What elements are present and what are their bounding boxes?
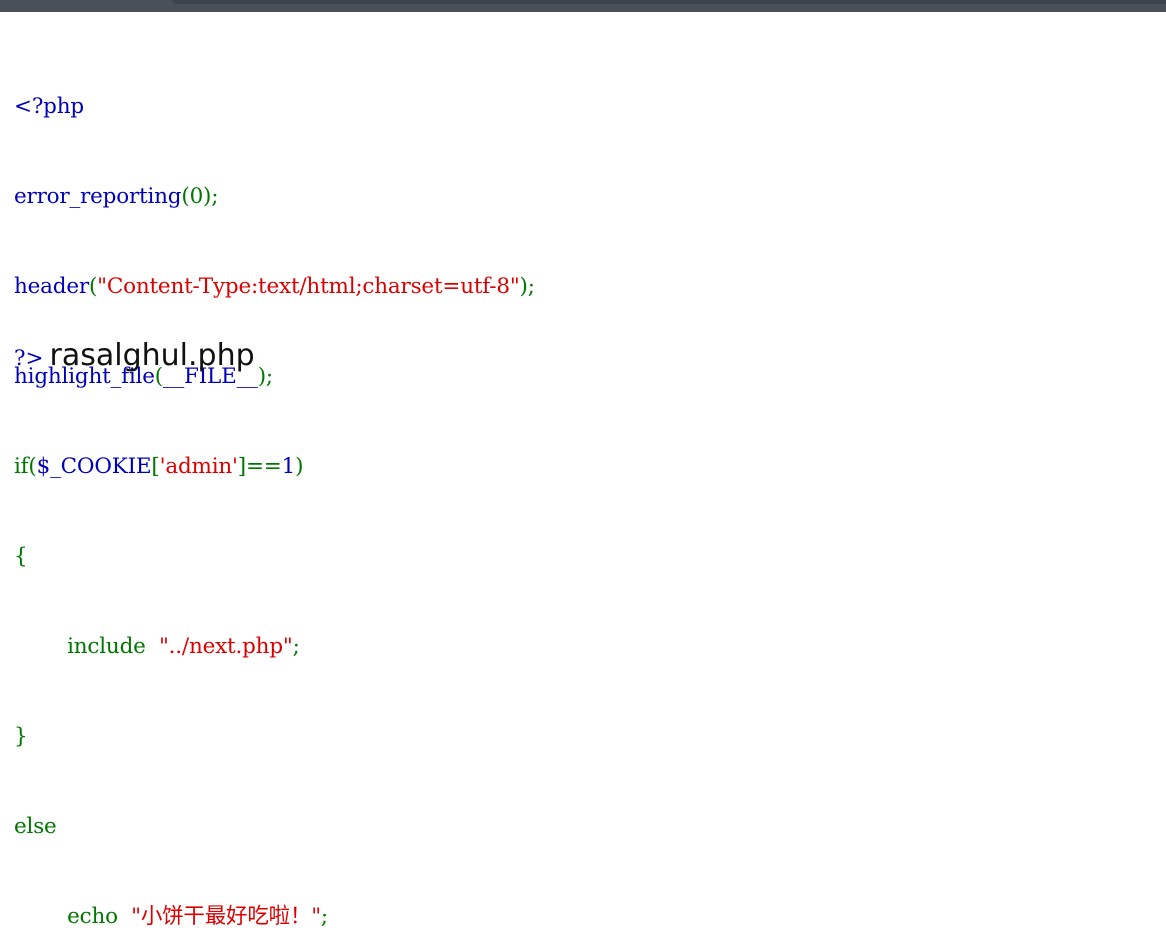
- php-source-listing: <?php error_reporting(0); header("Conten…: [14, 32, 535, 932]
- code-line-10: echo "小饼干最好吃啦！";: [14, 902, 535, 932]
- paren-open: (: [88, 274, 98, 299]
- tab-strip-edge: [172, 0, 1166, 4]
- code-line-8: }: [14, 722, 535, 752]
- keyword-echo: echo: [67, 904, 118, 929]
- page-output-text: rasalghul.php: [49, 338, 255, 373]
- browser-top-bar: [0, 0, 1166, 12]
- php-close-tag: ?>: [14, 346, 44, 371]
- semicolon: ;: [292, 634, 300, 659]
- code-line-7: include "../next.php";: [14, 632, 535, 662]
- func-args: (0);: [181, 184, 219, 209]
- code-line-5: if($_COOKIE['admin']==1): [14, 452, 535, 482]
- code-line-11: ?> rasalghul.php: [14, 338, 255, 378]
- number-one: 1: [281, 454, 296, 479]
- code-line-1: <?php: [14, 92, 535, 122]
- semicolon: ;: [320, 904, 328, 929]
- string-admin: 'admin': [159, 454, 238, 479]
- func-header: header: [14, 274, 89, 299]
- php-open-tag: <?php: [14, 94, 84, 119]
- brace-open: {: [14, 544, 28, 569]
- string-content-type: "Content-Type:text/html;charset=utf-8": [97, 274, 520, 299]
- func-error-reporting: error_reporting: [14, 184, 182, 209]
- brace-close: }: [14, 724, 28, 749]
- code-line-2: error_reporting(0);: [14, 182, 535, 212]
- paren-close: );: [257, 364, 273, 389]
- code-line-6: {: [14, 542, 535, 572]
- paren-close: );: [519, 274, 535, 299]
- compare-op: ]==: [237, 454, 282, 479]
- keyword-if: if(: [14, 454, 37, 479]
- code-line-9: else: [14, 812, 535, 842]
- string-cookie-message: "小饼干最好吃啦！": [131, 904, 321, 929]
- var-cookie: $_COOKIE: [36, 454, 152, 479]
- bracket-open: [: [151, 454, 160, 479]
- string-next-php: "../next.php": [158, 634, 293, 659]
- keyword-include: include: [67, 634, 146, 659]
- keyword-else: else: [14, 814, 57, 839]
- code-line-3: header("Content-Type:text/html;charset=u…: [14, 272, 535, 302]
- paren-close: ): [295, 454, 304, 479]
